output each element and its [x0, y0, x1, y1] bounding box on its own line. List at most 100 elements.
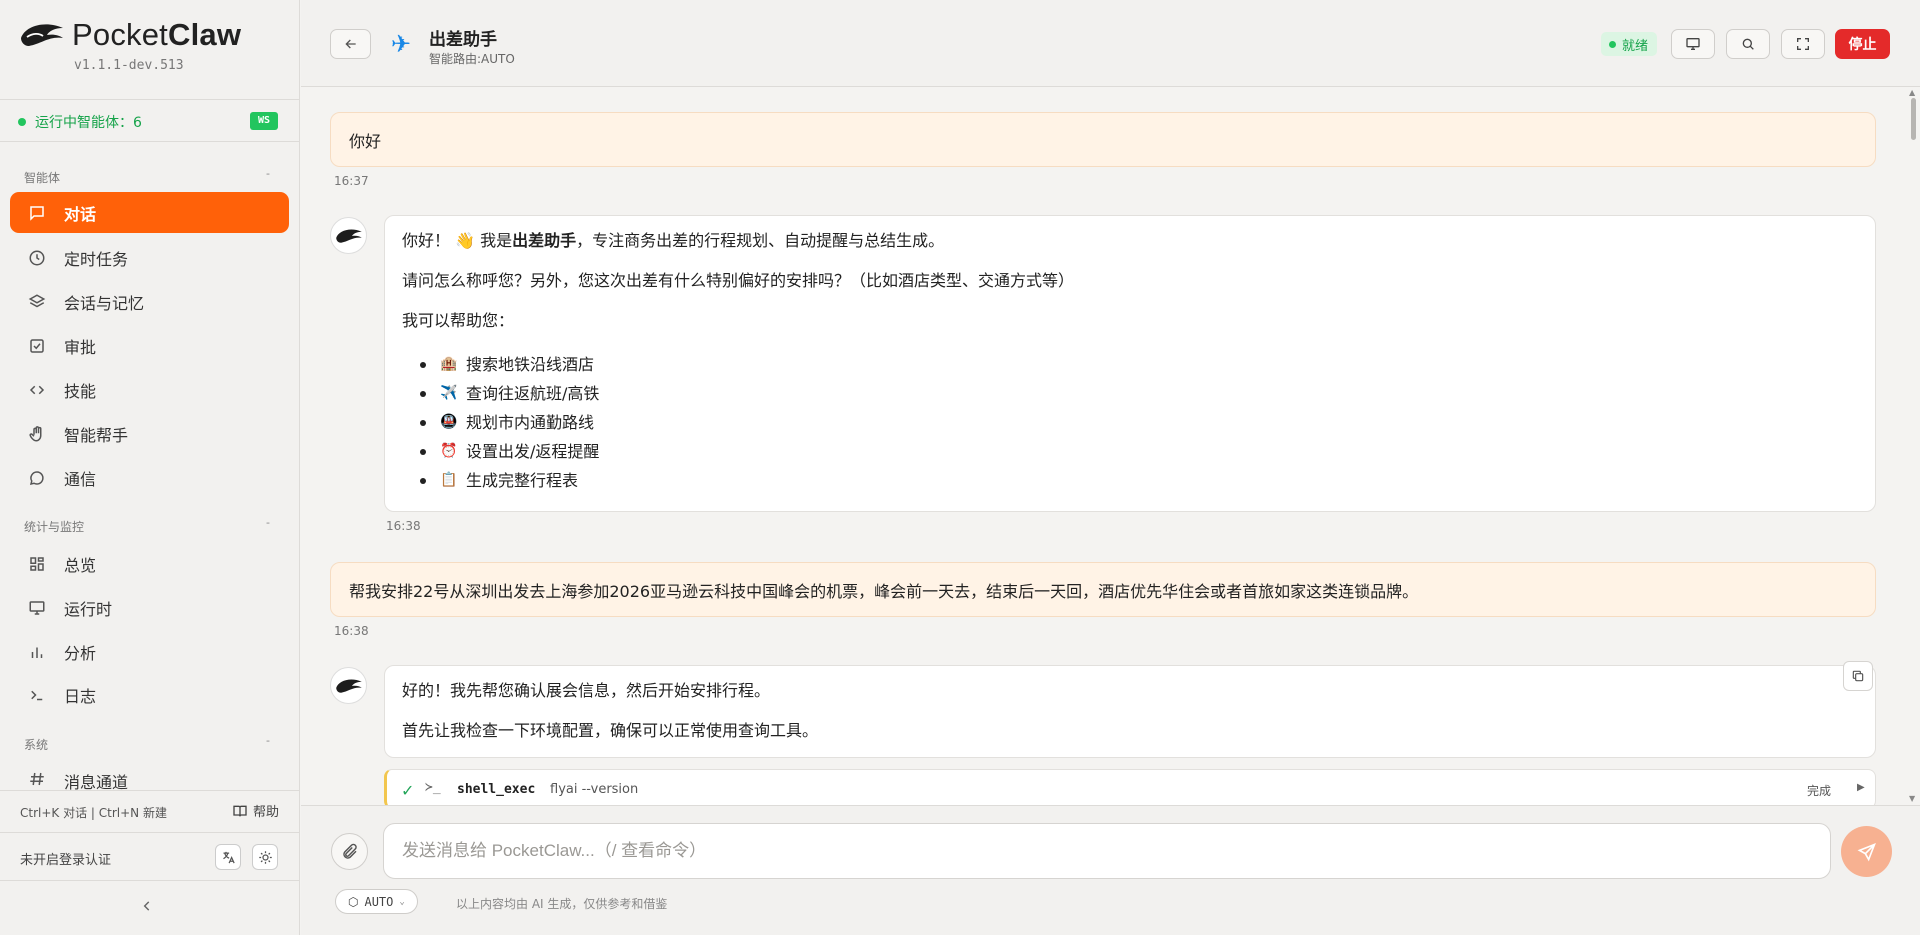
nav-item-scheduled-tasks[interactable]: 定时任务 — [10, 237, 289, 278]
agents-running-label: 运行中智能体：6 — [35, 115, 142, 131]
translate-icon — [222, 851, 235, 863]
nav-item-chat[interactable]: 对话 — [10, 192, 289, 233]
copy-icon — [1852, 670, 1864, 682]
copy-button[interactable] — [1843, 661, 1873, 691]
message-paragraph: 我可以帮助您： — [402, 311, 515, 330]
code-icon — [27, 380, 47, 400]
nav-item-approvals[interactable]: 审批 — [10, 325, 289, 366]
theme-toggle-button[interactable] — [252, 844, 278, 870]
stop-button[interactable]: 停止 — [1835, 29, 1890, 59]
fullscreen-button[interactable] — [1781, 29, 1825, 59]
nav-label: 运行时 — [64, 599, 113, 619]
help-link[interactable]: 帮助 — [232, 801, 279, 820]
nav-item-communication[interactable]: 通信 — [10, 457, 289, 498]
airplane-icon: ✈ — [391, 30, 412, 58]
bullet-icon — [420, 419, 426, 426]
send-icon — [1857, 842, 1876, 861]
search-button[interactable] — [1726, 29, 1770, 59]
text-span: ，专注商务出差的行程规划、自动提醒与总结生成。 — [576, 231, 945, 250]
section-collapse-system[interactable]: - — [266, 734, 270, 747]
tool-call-card[interactable]: ✓ ≻_ shell_exec flyai --version 完成 ▶ — [384, 769, 1876, 805]
tool-status: 完成 — [1807, 784, 1832, 798]
text-span: 我是 — [480, 231, 513, 250]
pocketclaw-logo-icon — [21, 24, 63, 46]
ai-disclaimer: 以上内容均由 AI 生成，仅供参考和借鉴 — [456, 897, 668, 911]
nav-item-overview[interactable]: 总览 — [10, 543, 289, 584]
expand-arrow-icon[interactable]: ▶ — [1857, 782, 1865, 793]
paperclip-icon — [342, 843, 357, 859]
list-item-text: 设置出发/返程提醒 — [466, 442, 600, 461]
nav-label: 日志 — [64, 686, 97, 706]
list-item: 🏨 搜索地铁沿线酒店 — [420, 350, 1858, 379]
list-item-text: 规划市内通勤路线 — [466, 413, 595, 432]
nav-item-smart-helper[interactable]: 智能帮手 — [10, 413, 289, 454]
checkbox-icon — [27, 336, 47, 356]
scroll-down-icon[interactable]: ▼ — [1909, 794, 1915, 803]
display-button[interactable] — [1671, 29, 1715, 59]
bar-chart-icon — [27, 642, 47, 662]
message-text: 帮我安排22号从深圳出发去上海参加2026亚马逊云科技中国峰会的机票，峰会前一天… — [349, 581, 1419, 601]
agent-avatar — [330, 667, 367, 704]
nav-label: 消息通道 — [64, 773, 129, 790]
nav-item-message-channels[interactable]: 消息通道 — [10, 760, 289, 790]
nav-label: 技能 — [64, 381, 97, 401]
capability-list: 🏨 搜索地铁沿线酒店 ✈️ 查询往返航班/高铁 🚇 规划市内通勤路线 ⏰ 设置出发/返程… — [420, 350, 1858, 495]
user-message: 帮我安排22号从深圳出发去上海参加2026亚马逊云科技中国峰会的机票，峰会前一天… — [330, 562, 1876, 617]
app-title: PocketClaw — [72, 17, 242, 52]
keyboard-shortcuts: Ctrl+K 对话 | Ctrl+N 新建 — [20, 806, 167, 820]
agent-avatar — [330, 217, 367, 254]
arrow-left-icon — [344, 39, 356, 49]
pocketclaw-logo-icon — [335, 679, 362, 693]
chat-scrollbar[interactable]: ▲ ▼ — [1907, 88, 1920, 805]
nav-item-skills[interactable]: 技能 — [10, 369, 289, 410]
message-icon — [27, 468, 47, 488]
scroll-thumb[interactable] — [1911, 98, 1916, 140]
send-button[interactable] — [1841, 826, 1892, 877]
sidebar-collapse-button[interactable] — [140, 894, 154, 918]
message-input[interactable] — [383, 823, 1831, 879]
brand: PocketClaw v1.1.1-dev.513 — [0, 0, 299, 100]
nav-item-logs[interactable]: 日志 — [10, 674, 289, 715]
metro-icon: 🚇 — [440, 414, 458, 430]
message-paragraph: 请问怎么称呼您？另外，您这次出差有什么特别偏好的安排吗？（比如酒店类型、交通方式… — [402, 271, 1075, 290]
section-collapse-agents[interactable]: - — [266, 167, 270, 180]
language-button[interactable] — [215, 844, 241, 870]
list-item: 🚇 规划市内通勤路线 — [420, 408, 1858, 437]
nav-item-runtime[interactable]: 运行时 — [10, 587, 289, 628]
terminal-icon: ≻_ — [425, 780, 441, 795]
message-paragraph: 你好！ 👋 我是出差助手，专注商务出差的行程规划、自动提醒与总结生成。 — [402, 230, 1858, 252]
chat-header: ✈ 出差助手 智能路由:AUTO 就绪 停止 — [301, 0, 1920, 87]
section-collapse-monitoring[interactable]: - — [266, 516, 270, 529]
auth-row: 未开启登录认证 — [0, 832, 300, 881]
nav-label: 定时任务 — [64, 249, 129, 269]
nav-item-analytics[interactable]: 分析 — [10, 631, 289, 672]
auth-status: 未开启登录认证 — [20, 853, 112, 868]
status-label: 就绪 — [1622, 38, 1649, 54]
model-mode-select[interactable]: ⬡ AUTO ⌄ — [335, 889, 418, 914]
bullet-icon — [420, 477, 426, 484]
agent-run-status: 运行中智能体：6 WS — [0, 100, 299, 142]
nav-label: 审批 — [64, 337, 97, 357]
back-button[interactable] — [330, 29, 371, 59]
airplane-icon: ✈️ — [440, 385, 458, 401]
list-item: ✈️ 查询往返航班/高铁 — [420, 379, 1858, 408]
scroll-up-icon[interactable]: ▲ — [1909, 88, 1915, 97]
section-title-agents: 智能体 — [24, 171, 61, 185]
list-item-text: 查询往返航班/高铁 — [466, 384, 600, 403]
book-icon — [233, 805, 247, 816]
message-time: 16:37 — [334, 174, 369, 188]
clock-icon — [27, 248, 47, 268]
app-version: v1.1.1-dev.513 — [74, 58, 184, 73]
ws-badge: WS — [250, 112, 278, 130]
list-item: 📋 生成完整行程表 — [420, 466, 1858, 495]
hexagon-icon: ⬡ — [348, 894, 359, 909]
attach-button[interactable] — [331, 833, 368, 870]
status-badge: 就绪 — [1601, 32, 1658, 56]
tool-command: flyai --version — [550, 782, 639, 797]
mode-label: AUTO — [364, 894, 394, 909]
nav-label: 通信 — [64, 469, 97, 489]
nav-item-sessions-memory[interactable]: 会话与记忆 — [10, 281, 289, 322]
chat-messages: 你好 16:37 你好！ 👋 我是出差助手，专注商务出差的行程规划、自动提醒与总… — [301, 88, 1920, 805]
grid-icon — [27, 554, 47, 574]
pocketclaw-logo-icon — [335, 229, 362, 243]
